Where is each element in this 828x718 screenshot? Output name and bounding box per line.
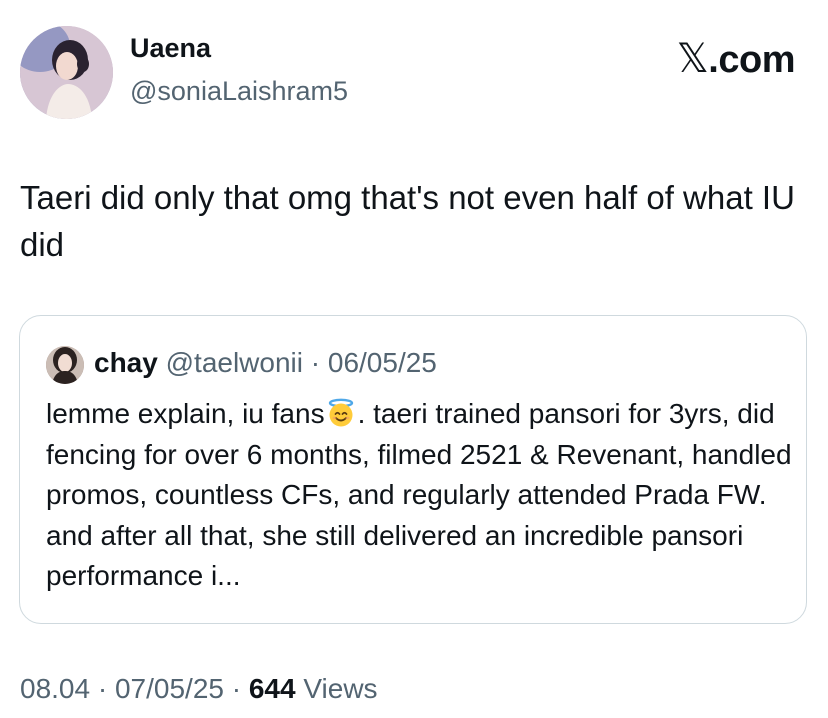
quote-author-name: chay (94, 347, 158, 378)
quote-header: chay @taelwonii · 06/05/25 (94, 347, 437, 379)
quoted-tweet-card[interactable]: chay @taelwonii · 06/05/25 lemme explain… (19, 315, 807, 624)
x-logo-icon: 𝕏 (676, 36, 709, 82)
author-avatar[interactable] (20, 26, 113, 119)
views-label: Views (295, 673, 378, 704)
author-display-name[interactable]: Uaena (130, 33, 211, 64)
x-com-watermark: 𝕏.com (676, 36, 796, 82)
quote-separator: · (302, 347, 328, 378)
author-handle[interactable]: @soniaLaishram5 (130, 76, 348, 107)
quote-author-handle: @taelwonii (165, 347, 303, 378)
footer-separator-1: · (90, 673, 115, 704)
footer-separator-2: · (223, 673, 249, 704)
brand-domain: .com (708, 39, 795, 81)
quote-author-avatar (46, 346, 84, 384)
quote-date: 06/05/25 (327, 347, 437, 378)
smiling-face-with-halo-icon (328, 398, 353, 427)
tweet-footer: 08.04 · 07/05/25 · 644 Views (20, 673, 378, 705)
post-time[interactable]: 08.04 (20, 673, 90, 704)
post-date[interactable]: 07/05/25 (115, 673, 224, 704)
views-count: 644 (248, 673, 296, 704)
avatar-portrait (20, 26, 113, 119)
quote-avatar-portrait (46, 346, 84, 384)
quote-text: lemme explain, iu fans . taeri trained p… (46, 394, 796, 597)
quote-text-start: lemme explain, iu fans (46, 398, 325, 429)
tweet-text: Taeri did only that omg that's not even … (20, 179, 795, 263)
